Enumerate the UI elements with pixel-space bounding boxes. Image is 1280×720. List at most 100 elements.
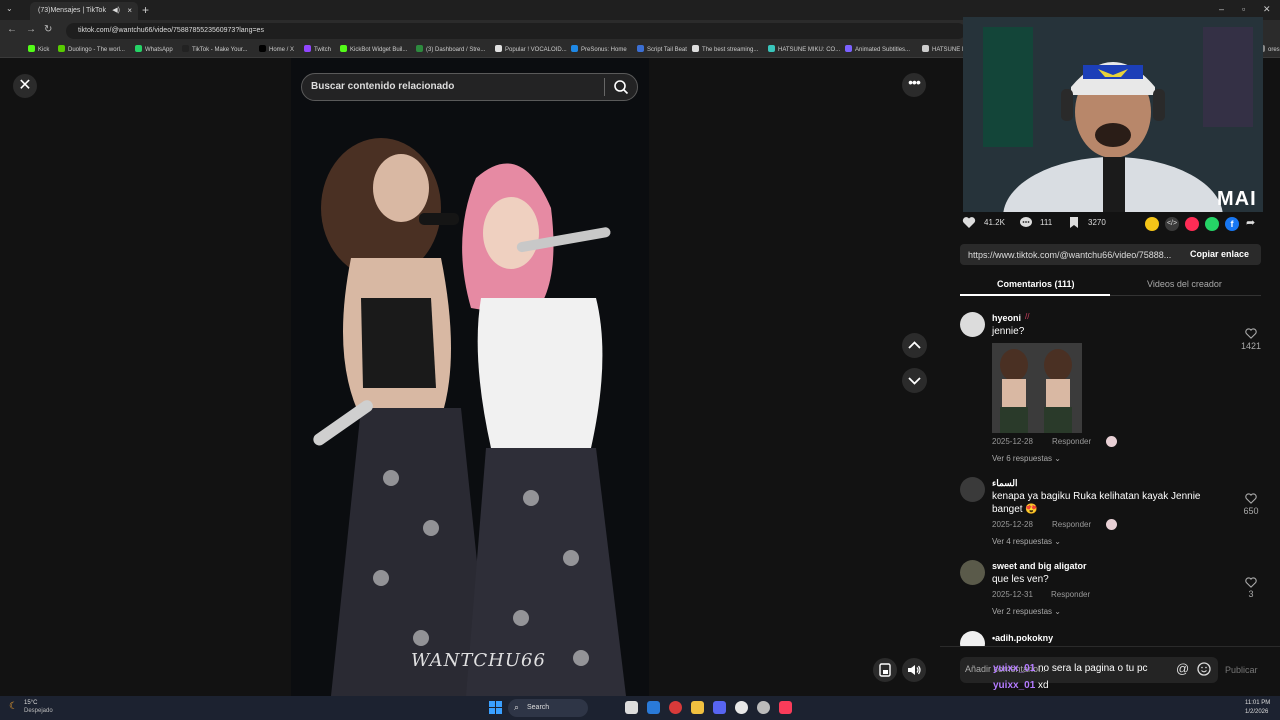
store-icon[interactable]	[647, 701, 660, 714]
reply-button[interactable]: Responder	[1051, 590, 1090, 599]
copy-link-button[interactable]: Copiar enlace	[1190, 249, 1249, 259]
creator-avatar-icon	[1106, 436, 1117, 447]
task-view-icon[interactable]	[625, 701, 638, 714]
music-icon[interactable]	[779, 701, 792, 714]
bookmark-label: Script Tail Beat	[647, 47, 687, 53]
tab-comments[interactable]: Comentarios (111)	[997, 279, 1075, 289]
picture-in-picture-button[interactable]	[873, 658, 897, 682]
view-replies[interactable]: Ver 6 respuestas ⌄	[992, 454, 1061, 463]
back-icon[interactable]: ←	[7, 24, 17, 35]
minimize-button[interactable]: –	[1219, 4, 1224, 14]
reload-icon[interactable]: ↻	[44, 24, 52, 35]
coin-share-icon[interactable]	[1145, 217, 1159, 231]
bookmark-label: Duolingo - The worl...	[68, 47, 125, 53]
video-player[interactable]	[291, 58, 649, 696]
whatsapp-icon[interactable]	[1205, 217, 1219, 231]
bookmark-favicon-icon	[637, 45, 644, 52]
reply-button[interactable]: Responder	[1052, 520, 1091, 529]
webcam-frame	[963, 17, 1263, 212]
obs-icon[interactable]	[757, 701, 770, 714]
weather-icon[interactable]: ☾	[9, 701, 18, 712]
comment-image[interactable]	[992, 343, 1082, 433]
comment-text: jennie?	[992, 326, 1025, 337]
close-tab-icon[interactable]: ×	[127, 6, 132, 15]
search-divider	[604, 78, 605, 96]
browser-tab[interactable]: (73)Mensajes | TikTok ◀) ×	[30, 2, 138, 20]
bookmark-item[interactable]: KickBot Widget Buil...	[340, 45, 407, 53]
view-replies[interactable]: Ver 2 respuestas ⌄	[992, 607, 1061, 616]
clock-date: 1/2/2026	[1245, 709, 1269, 715]
bookmark-item[interactable]: Popular ! VOCALOID...	[495, 45, 567, 53]
reply-button[interactable]: Responder	[1052, 437, 1091, 446]
search-icon[interactable]	[613, 79, 629, 100]
chat-message: xd	[1038, 680, 1049, 691]
video-link[interactable]: https://www.tiktok.com/@wantchu66/video/…	[968, 250, 1180, 260]
avatar[interactable]	[960, 477, 985, 502]
bookmark-favicon-icon	[304, 45, 311, 52]
bookmark-label: TikTok - Make Your...	[192, 47, 248, 53]
comment-like-count: 1421	[1240, 341, 1262, 351]
bookmark-label: Kick	[38, 47, 50, 53]
comment-like-count: 3	[1248, 589, 1254, 599]
bookmark-item[interactable]: Animated Subtitles...	[845, 45, 910, 53]
discord-icon[interactable]	[713, 701, 726, 714]
comment-username[interactable]: •adih.pokokny	[992, 633, 1053, 643]
bookmark-item[interactable]: Kick	[28, 45, 49, 53]
chrome-icon[interactable]	[735, 701, 748, 714]
maximize-button[interactable]: ▫	[1242, 4, 1245, 14]
close-video-button[interactable]: ✕	[13, 74, 37, 98]
volume-button[interactable]	[902, 658, 926, 682]
like-button[interactable]	[962, 216, 976, 234]
bookmark-label: Home / X	[269, 47, 295, 53]
bookmark-icon	[1070, 217, 1078, 228]
embed-icon[interactable]: </>	[1165, 217, 1179, 231]
comment-button[interactable]	[1019, 216, 1033, 234]
app-icon[interactable]	[669, 701, 682, 714]
comment-username[interactable]: hyeoni	[992, 313, 1021, 323]
facebook-icon[interactable]: f	[1225, 217, 1239, 231]
bookmark-item[interactable]: Twitch	[304, 45, 331, 53]
close-window-button[interactable]: ✕	[1263, 4, 1271, 15]
comment-username[interactable]: sweet and big aligator	[992, 561, 1087, 571]
bookmark-item[interactable]: WhatsApp	[135, 45, 173, 53]
previous-video-button[interactable]	[902, 333, 927, 358]
tab-search-icon[interactable]: ⌄	[6, 4, 13, 13]
bookmark-item[interactable]: TikTok - Make Your...	[182, 45, 247, 53]
webcam-logo: MAI	[1217, 188, 1257, 210]
tab-title: (73)Mensajes | TikTok	[38, 7, 106, 14]
avatar[interactable]	[960, 560, 985, 585]
forward-icon[interactable]: →	[26, 24, 36, 35]
speaker-icon[interactable]: ◀)	[112, 6, 120, 14]
clock-time: 11:01 PM	[1245, 700, 1271, 706]
share-arrow-icon[interactable]: ➦	[1246, 216, 1255, 229]
windows-start-icon[interactable]	[489, 701, 502, 719]
view-replies[interactable]: Ver 4 respuestas ⌄	[992, 537, 1061, 546]
bookmark-label: Twitch	[314, 47, 332, 53]
taskbar-search-label: Search	[527, 704, 550, 711]
bookmark-item[interactable]: PreSonus: Home	[571, 45, 627, 53]
repost-icon[interactable]	[1185, 217, 1199, 231]
bookmark-item[interactable]: Script Tail Beat	[637, 45, 687, 53]
weather-description: Despejado	[24, 708, 53, 714]
save-button[interactable]	[1068, 216, 1080, 234]
bookmark-favicon-icon	[845, 45, 852, 52]
bookmark-item[interactable]: Duolingo - The worl...	[58, 45, 125, 53]
next-video-button[interactable]	[902, 368, 927, 393]
new-tab-button[interactable]: +	[142, 3, 149, 17]
comment-username[interactable]: السماء	[992, 478, 1017, 489]
bookmark-item[interactable]: (3) Dashboard / Stre...	[416, 45, 485, 53]
avatar[interactable]	[960, 312, 985, 337]
slash-icon: //	[1025, 312, 1030, 321]
address-bar[interactable]: tiktok.com/@wantchu66/video/758878552356…	[66, 23, 966, 39]
pip-icon	[879, 663, 891, 677]
mention-icon[interactable]: @	[1176, 661, 1189, 676]
publish-button[interactable]: Publicar	[1225, 665, 1258, 675]
file-explorer-icon[interactable]	[691, 701, 704, 714]
bookmark-item[interactable]: Home / X	[259, 45, 294, 53]
more-options-button[interactable]: •••	[902, 73, 926, 97]
tab-creator-videos[interactable]: Videos del creador	[1147, 279, 1222, 289]
emoji-icon[interactable]	[1197, 662, 1211, 681]
bookmark-item[interactable]: The best streaming...	[692, 45, 758, 53]
video-frame	[291, 58, 649, 696]
bookmark-item[interactable]: HATSUNE MIKU: CO...	[768, 45, 840, 53]
